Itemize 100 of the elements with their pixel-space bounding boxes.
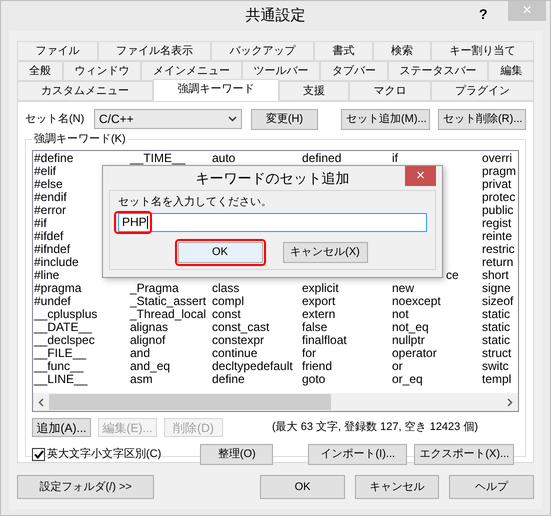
keyword-text[interactable]: _Pragma xyxy=(130,281,179,295)
keyword-text[interactable]: public xyxy=(482,203,514,217)
set-select[interactable]: C/C++ xyxy=(94,109,242,129)
import-button[interactable]: インポート(I)... xyxy=(308,444,408,464)
tab[interactable]: メインメニュー xyxy=(141,61,242,81)
keyword-text[interactable]: __TIME__ xyxy=(130,151,186,165)
keyword-text[interactable]: pragm xyxy=(482,164,516,178)
keyword-text[interactable]: constexpr xyxy=(212,333,264,347)
keyword-text[interactable]: #pragma xyxy=(34,281,82,295)
keyword-text[interactable]: not xyxy=(392,307,409,321)
keyword-text[interactable]: templ xyxy=(482,372,512,386)
keyword-text[interactable]: class xyxy=(212,281,240,295)
keyword-text[interactable]: sizeof xyxy=(482,294,514,308)
help-button[interactable]: ヘルプ xyxy=(449,475,534,499)
tab[interactable]: ウィンドウ xyxy=(62,61,142,81)
keyword-text[interactable]: if xyxy=(392,151,398,165)
keyword-text[interactable]: alignas xyxy=(130,320,168,334)
keyword-text[interactable]: #line xyxy=(34,268,60,282)
keyword-text[interactable]: explicit xyxy=(302,281,339,295)
keyword-text[interactable]: decltypedefault xyxy=(212,359,293,373)
change-button[interactable]: 変更(H) xyxy=(250,108,318,130)
keyword-text[interactable]: #elif xyxy=(34,164,56,178)
keyword-text[interactable]: _Static_assert xyxy=(130,294,206,308)
checkbox[interactable] xyxy=(32,448,45,460)
tab[interactable]: 編集 xyxy=(488,61,534,81)
tab[interactable]: 検索 xyxy=(372,41,432,61)
settings-folder-button[interactable]: 設定フォルダ(/) >> xyxy=(17,475,154,499)
help-button[interactable]: ? xyxy=(479,4,488,25)
keyword-text[interactable]: #undef xyxy=(34,294,71,308)
keyword-text[interactable]: continue xyxy=(212,346,258,360)
keyword-text[interactable]: not_eq xyxy=(392,320,429,334)
tab[interactable]: キー割り当て xyxy=(431,41,534,61)
keyword-text[interactable]: const_cast xyxy=(212,320,270,334)
tab[interactable]: 強調キーワード xyxy=(153,79,279,101)
keyword-text[interactable]: new xyxy=(392,281,414,295)
keyword-text[interactable]: __FILE__ xyxy=(34,346,86,360)
keyword-text[interactable]: noexcept xyxy=(392,294,441,308)
keyword-text[interactable]: privat xyxy=(482,177,512,191)
keyword-text[interactable]: #else xyxy=(34,177,63,191)
keyword-text[interactable]: __declspec xyxy=(34,333,95,347)
keyword-text[interactable]: false xyxy=(302,320,328,334)
keyword-text[interactable]: defined xyxy=(302,151,342,165)
tab[interactable]: ファイル名表示 xyxy=(98,41,212,61)
tab[interactable]: カスタムメニュー xyxy=(17,81,154,101)
keyword-text[interactable]: auto xyxy=(212,151,236,165)
keyword-text[interactable]: finalfloat xyxy=(302,333,347,347)
export-button[interactable]: エクスポート(X)... xyxy=(414,444,514,464)
keyword-text[interactable]: #ifdef xyxy=(34,229,64,243)
keyword-text[interactable]: static xyxy=(482,307,510,321)
keyword-text[interactable]: define xyxy=(212,372,245,386)
keyword-text[interactable]: alignof xyxy=(130,333,166,347)
tab[interactable]: ツールバー xyxy=(242,61,320,81)
keyword-text[interactable]: or xyxy=(392,359,403,373)
keyword-text[interactable]: for xyxy=(302,346,316,360)
keyword-text[interactable]: signe xyxy=(482,281,511,295)
close-button[interactable]: × xyxy=(405,166,436,186)
keyword-text[interactable]: overri xyxy=(482,151,512,165)
keyword-text[interactable]: #ifndef xyxy=(34,242,70,256)
keyword-text[interactable]: static xyxy=(482,333,510,347)
keyword-text[interactable]: __cplusplus xyxy=(34,307,98,321)
keyword-text[interactable]: short xyxy=(482,268,509,282)
checkbox-label[interactable]: 英大文字小文字区別(C) xyxy=(47,446,162,462)
keyword-text[interactable]: __func__ xyxy=(34,359,84,373)
keyword-text[interactable]: asm xyxy=(130,372,153,386)
keyword-text[interactable]: #endif xyxy=(34,190,67,204)
keyword-text[interactable]: __DATE__ xyxy=(34,320,92,334)
keyword-text[interactable]: goto xyxy=(302,372,326,386)
keyword-text[interactable]: compl xyxy=(212,294,244,308)
keyword-text[interactable]: const xyxy=(212,307,241,321)
tab[interactable]: 全般 xyxy=(17,61,63,81)
keyword-text[interactable]: protec xyxy=(482,190,516,204)
list-button[interactable]: 追加(A)... xyxy=(32,418,91,437)
cancel-button[interactable]: キャンセル xyxy=(354,475,440,499)
keyword-text[interactable]: #error xyxy=(34,203,66,217)
tab[interactable]: タブバー xyxy=(320,61,388,81)
chevron-right-icon[interactable] xyxy=(507,398,513,406)
tab[interactable]: バックアップ xyxy=(211,41,314,61)
keyword-text[interactable]: reinte xyxy=(482,229,512,243)
keyword-text[interactable]: return xyxy=(482,255,514,269)
tab[interactable]: ステータスバー xyxy=(388,61,488,81)
keyword-text[interactable]: operator xyxy=(392,346,437,360)
chevron-left-icon[interactable] xyxy=(38,398,44,406)
ok-button[interactable]: OK xyxy=(178,242,262,262)
tab[interactable]: マクロ xyxy=(349,81,431,101)
add-set-button[interactable]: セット追加(M)... xyxy=(341,108,430,130)
sort-button[interactable]: 整理(O) xyxy=(200,444,274,464)
keyword-text[interactable]: nullptr xyxy=(392,333,425,347)
scrollbar-thumb[interactable] xyxy=(49,394,331,410)
keyword-text[interactable]: __LINE__ xyxy=(34,372,88,386)
tab[interactable]: ファイル xyxy=(17,41,98,61)
keyword-text[interactable]: _Thread_local xyxy=(130,307,206,321)
keyword-text[interactable]: and_eq xyxy=(130,359,170,373)
keyword-text[interactable]: friend xyxy=(302,359,332,373)
keyword-text[interactable]: and xyxy=(130,346,150,360)
keyword-text[interactable]: #define xyxy=(34,151,74,165)
cancel-button[interactable]: キャンセル(X) xyxy=(282,242,368,262)
ok-button[interactable]: OK xyxy=(260,475,345,499)
keyword-text[interactable]: static xyxy=(482,320,510,334)
keyword-text[interactable]: regist xyxy=(482,216,512,230)
tab[interactable]: 支援 xyxy=(278,81,350,101)
